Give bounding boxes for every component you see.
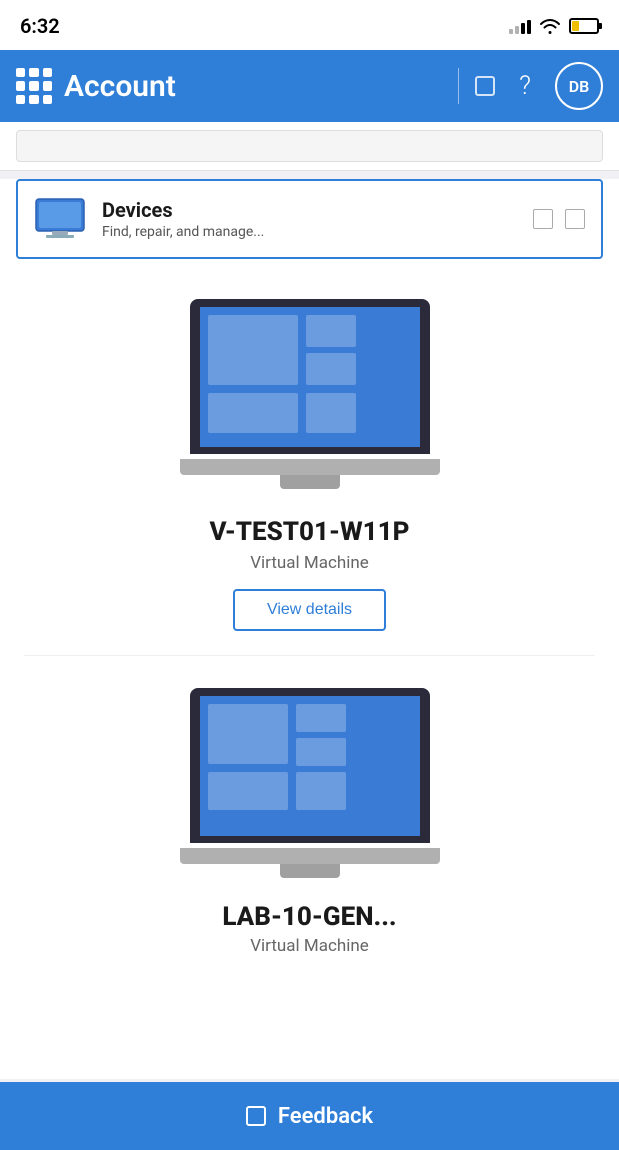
avatar[interactable]: DB bbox=[555, 62, 603, 110]
laptop-stand-2 bbox=[280, 864, 340, 878]
laptop-base-2 bbox=[180, 848, 440, 864]
device-2-name: LAB-10-GEN... bbox=[222, 902, 396, 932]
laptop-screen-inner-2 bbox=[200, 696, 420, 836]
signal-icon bbox=[509, 18, 531, 34]
monitor-icon bbox=[34, 197, 86, 241]
status-icons bbox=[509, 18, 599, 34]
feedback-bar[interactable]: Feedback bbox=[0, 1082, 619, 1150]
laptop-stand-1 bbox=[280, 475, 340, 489]
wifi-icon bbox=[539, 18, 561, 34]
checkbox-2[interactable] bbox=[565, 209, 585, 229]
laptop-screen-inner-1 bbox=[200, 307, 420, 447]
feedback-checkbox-icon bbox=[246, 1106, 266, 1126]
device-2-type: Virtual Machine bbox=[250, 936, 369, 956]
nav-divider bbox=[458, 68, 459, 104]
main-content: Devices Find, repair, and manage... bbox=[0, 179, 619, 1079]
checkbox-1[interactable] bbox=[533, 209, 553, 229]
laptop-illustration-2 bbox=[180, 688, 440, 878]
laptop-base-1 bbox=[180, 459, 440, 475]
nav-bar: Account ? DB bbox=[0, 50, 619, 122]
laptop-screen-2 bbox=[190, 688, 430, 843]
device-1-name: V-TEST01-W11P bbox=[209, 517, 409, 547]
battery-fill bbox=[572, 21, 579, 31]
feedback-label: Feedback bbox=[278, 1104, 373, 1129]
grid-icon[interactable] bbox=[16, 68, 52, 104]
device-card-1: V-TEST01-W11P Virtual Machine View detai… bbox=[0, 267, 619, 655]
devices-checkboxes bbox=[533, 209, 585, 229]
laptop-screen-1 bbox=[190, 299, 430, 454]
status-time: 6:32 bbox=[20, 14, 60, 38]
device-card-2: LAB-10-GEN... Virtual Machine bbox=[0, 656, 619, 956]
help-button[interactable]: ? bbox=[507, 71, 543, 101]
devices-title: Devices bbox=[102, 198, 264, 222]
search-bar[interactable] bbox=[16, 130, 603, 162]
devices-header-item[interactable]: Devices Find, repair, and manage... bbox=[16, 179, 603, 259]
view-details-button-1[interactable]: View details bbox=[233, 589, 386, 631]
square-icon[interactable] bbox=[475, 76, 495, 96]
devices-subtitle: Find, repair, and manage... bbox=[102, 224, 264, 240]
battery-icon bbox=[569, 18, 599, 34]
nav-title: Account bbox=[64, 69, 442, 104]
search-area bbox=[0, 122, 619, 171]
laptop-illustration-1 bbox=[180, 299, 440, 489]
status-bar: 6:32 bbox=[0, 0, 619, 50]
devices-text: Devices Find, repair, and manage... bbox=[102, 198, 264, 240]
device-1-type: Virtual Machine bbox=[250, 553, 369, 573]
